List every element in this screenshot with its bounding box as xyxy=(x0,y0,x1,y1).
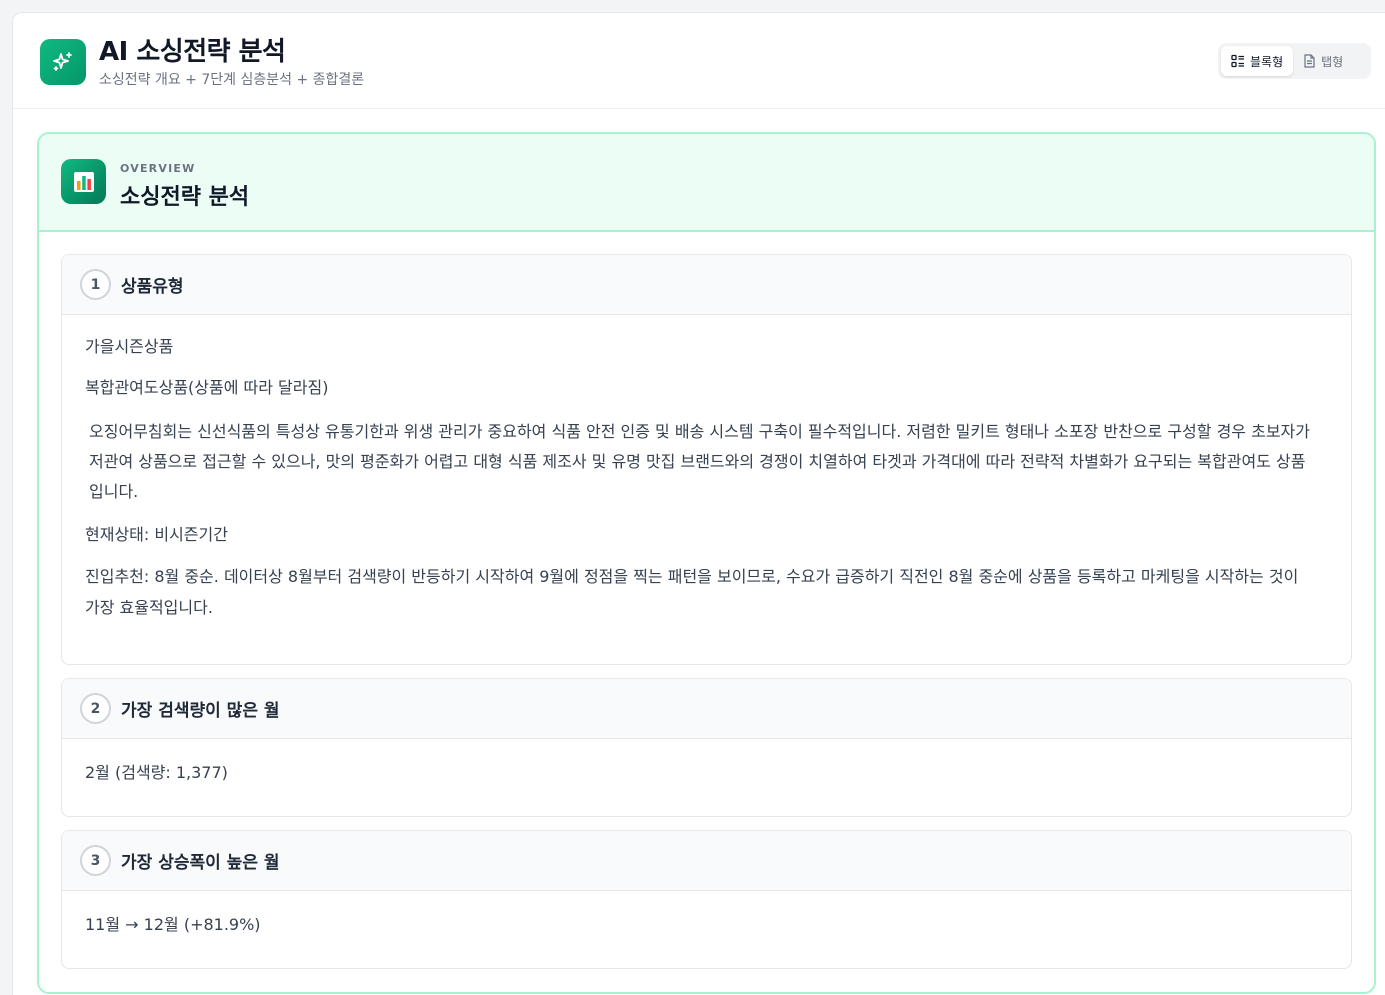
app-window: AI 소싱전략 분석 소싱전략 개요 + 7단계 심층분석 + 종합결론 블록형… xyxy=(12,12,1385,995)
page-title: AI 소싱전략 분석 xyxy=(99,37,286,67)
view-toggle: 블록형 탭형 xyxy=(1218,43,1371,79)
tab-view-button[interactable]: 탭형 xyxy=(1293,46,1353,76)
section-number: 1 xyxy=(80,269,111,300)
section-title: 가장 상승폭이 높은 월 xyxy=(121,853,280,873)
section-header: 3 가장 상승폭이 높은 월 xyxy=(62,831,1351,891)
current-status-text: 현재상태: 비시즌기간 xyxy=(85,525,228,544)
product-description: 오징어무침회는 신선식품의 특성상 유통기한과 위생 관리가 중요하여 식품 안… xyxy=(89,422,1310,501)
overview-title: 소싱전략 분석 xyxy=(120,185,250,210)
section-number: 2 xyxy=(80,693,111,724)
entry-recommendation: 진입추천: 8월 중순. 데이터상 8월부터 검색량이 반등하기 시작하여 9월… xyxy=(85,567,1299,617)
section-highest-growth-month: 3 가장 상승폭이 높은 월 11월 → 12월 (+81.9%) xyxy=(61,830,1352,969)
section-header: 1 상품유형 xyxy=(62,255,1351,315)
grid-list-icon xyxy=(1231,54,1244,68)
section-peak-search-month: 2 가장 검색량이 많은 월 2월 (검색량: 1,377) xyxy=(61,678,1352,817)
growth-month-value: 11월 → 12월 (+81.9%) xyxy=(85,915,261,934)
tab-view-label: 탭형 xyxy=(1321,54,1344,69)
section-body: 가을시즌상품 복합관여도상품(상품에 따라 달라짐) 오징어무침회는 신선식품의… xyxy=(62,315,1351,623)
app-logo xyxy=(40,39,86,85)
section-body: 2월 (검색량: 1,377) xyxy=(62,739,1351,785)
season-type-text: 가을시즌상품 xyxy=(85,337,174,356)
section-title: 상품유형 xyxy=(121,277,184,297)
section-number: 3 xyxy=(80,845,111,876)
peak-month-value: 2월 (검색량: 1,377) xyxy=(85,763,228,782)
app-header: AI 소싱전략 분석 소싱전략 개요 + 7단계 심층분석 + 종합결론 블록형… xyxy=(13,13,1385,109)
bar-chart-icon xyxy=(73,171,94,192)
overview-icon-tile xyxy=(61,159,106,204)
section-product-type: 1 상품유형 가을시즌상품 복합관여도상품(상품에 따라 달라짐) 오징어무침회… xyxy=(61,254,1352,665)
overview-card: OVERVIEW 소싱전략 분석 1 상품유형 가을시즌상품 복합관여도상품(상… xyxy=(37,132,1376,994)
involvement-type-text: 복합관여도상품(상품에 따라 달라짐) xyxy=(85,378,329,397)
block-view-button[interactable]: 블록형 xyxy=(1221,46,1294,76)
sparkles-icon xyxy=(53,52,72,71)
page-subtitle: 소싱전략 개요 + 7단계 심층분석 + 종합결론 xyxy=(99,72,365,88)
section-title: 가장 검색량이 많은 월 xyxy=(121,701,280,721)
overview-header: OVERVIEW 소싱전략 분석 xyxy=(39,134,1374,232)
section-body: 11월 → 12월 (+81.9%) xyxy=(62,891,1351,937)
block-view-label: 블록형 xyxy=(1250,54,1284,69)
overview-eyebrow: OVERVIEW xyxy=(120,162,196,175)
section-header: 2 가장 검색량이 많은 월 xyxy=(62,679,1351,739)
document-icon xyxy=(1304,54,1315,68)
